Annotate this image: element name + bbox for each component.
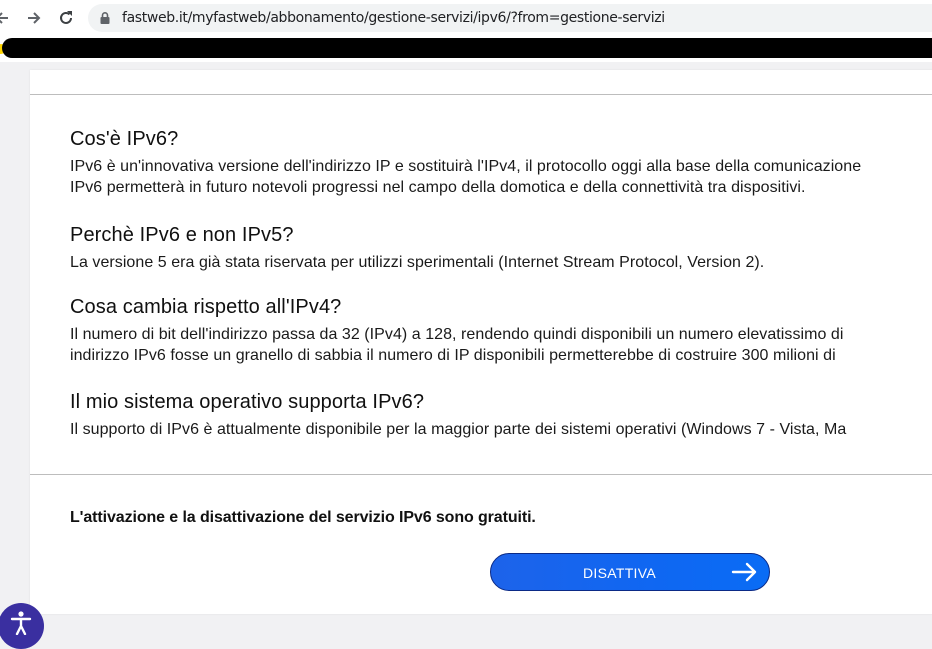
faq-answer-line: IPv6 permetterà in futuro notevoli progr… xyxy=(70,179,806,196)
faq-item: Cosa cambia rispetto all'IPv4? Il numero… xyxy=(70,296,844,366)
free-service-note: L'attivazione e la disattivazione del se… xyxy=(70,509,536,526)
faq-question: Cosa cambia rispetto all'IPv4? xyxy=(70,296,342,318)
faq-answer-line: Il supporto di IPv6 è attualmente dispon… xyxy=(70,421,847,438)
redacted-bookmarks xyxy=(2,38,932,58)
faq-answer-line: La versione 5 era già stata riservata pe… xyxy=(70,254,765,271)
top-divider xyxy=(30,94,932,95)
arrow-left-icon xyxy=(0,12,8,24)
bottom-divider xyxy=(30,474,932,475)
forward-button[interactable] xyxy=(22,6,46,30)
faq-question: Cos'è IPv6? xyxy=(70,128,179,150)
accessibility-button[interactable] xyxy=(0,603,44,649)
disattiva-button[interactable]: DISATTIVA xyxy=(490,553,770,591)
back-button[interactable] xyxy=(0,6,14,30)
reload-icon xyxy=(60,11,72,24)
faq-item: Il mio sistema operativo supporta IPv6? … xyxy=(70,391,846,440)
address-bar[interactable]: fastweb.it/myfastweb/abbonamento/gestion… xyxy=(88,4,932,32)
faq-item: Cos'è IPv6? IPv6 è un'innovativa version… xyxy=(70,128,861,198)
accessibility-icon xyxy=(10,611,32,635)
browser-toolbar: fastweb.it/myfastweb/abbonamento/gestion… xyxy=(0,0,932,36)
faq-question: Perchè IPv6 e non IPv5? xyxy=(70,224,294,246)
faq-answer-line: indirizzo IPv6 fosse un granello di sabb… xyxy=(70,347,836,364)
reload-button[interactable] xyxy=(54,6,78,30)
arrow-right-icon xyxy=(28,12,41,24)
faq-answer-line: Il numero di bit dell'indirizzo passa da… xyxy=(70,326,844,343)
faq-question: Il mio sistema operativo supporta IPv6? xyxy=(70,391,425,413)
disattiva-button-label: DISATTIVA xyxy=(583,565,656,581)
url-text: fastweb.it/myfastweb/abbonamento/gestion… xyxy=(122,10,665,26)
faq-answer-line: IPv6 è un'innovativa versione dell'indir… xyxy=(70,158,862,175)
faq-item: Perchè IPv6 e non IPv5? La versione 5 er… xyxy=(70,224,764,273)
arrow-right-icon xyxy=(731,562,757,582)
lock-icon xyxy=(100,12,110,24)
